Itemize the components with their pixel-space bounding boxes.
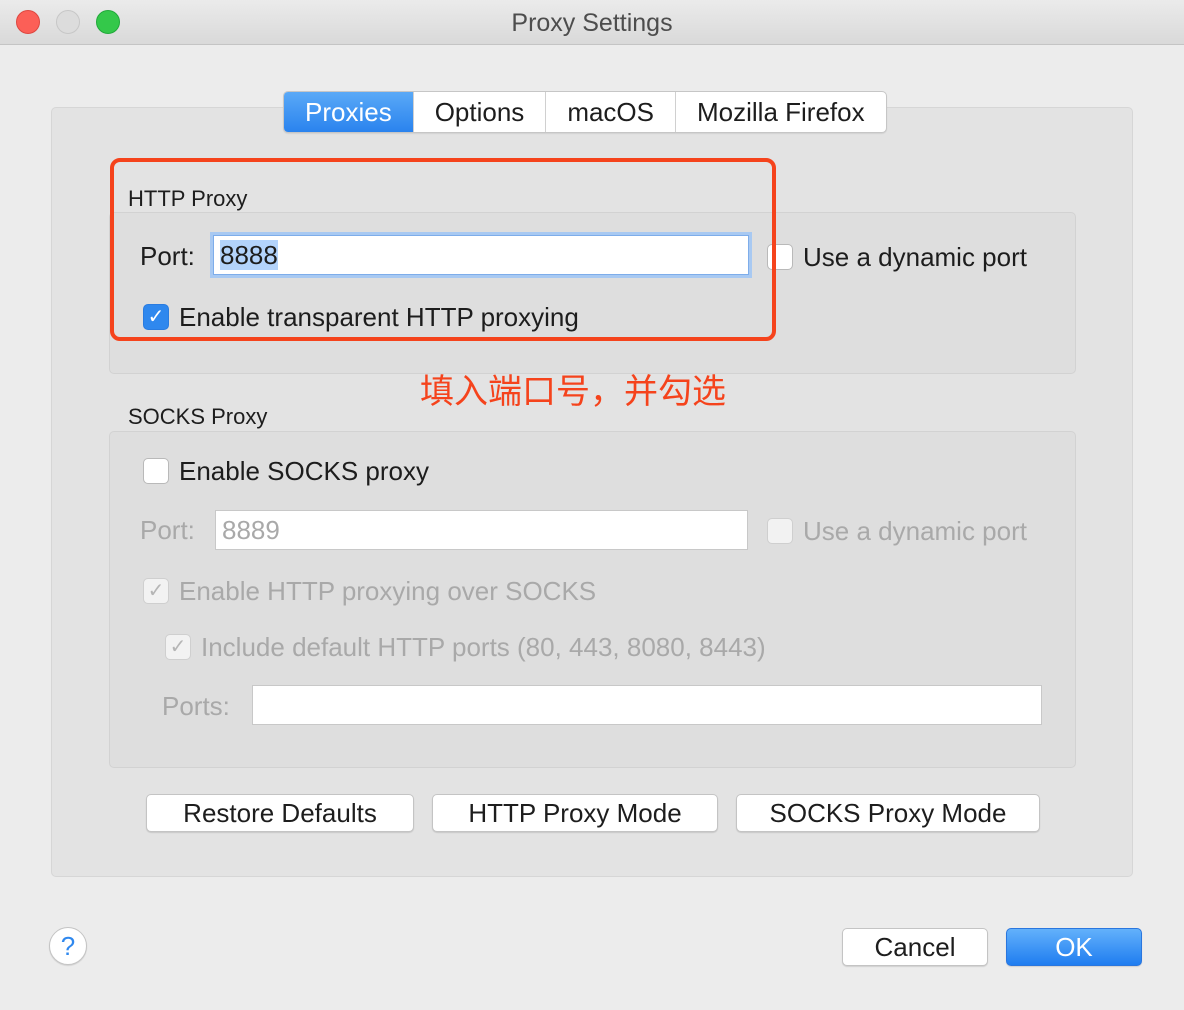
annotation-highlight-box [110, 158, 776, 341]
socks-proxy-mode-button[interactable]: SOCKS Proxy Mode [736, 794, 1040, 832]
tab-bar: Proxies Options macOS Mozilla Firefox [283, 91, 887, 133]
tab-macos[interactable]: macOS [546, 92, 676, 132]
enable-socks-checkbox[interactable] [143, 458, 169, 484]
socks-port-label: Port: [140, 515, 195, 545]
socks-proxy-section-label: SOCKS Proxy [128, 404, 268, 429]
help-button[interactable]: ? [49, 927, 87, 965]
tab-proxies[interactable]: Proxies [284, 92, 414, 132]
socks-dynamic-port-label: Use a dynamic port [803, 516, 1027, 546]
tab-options[interactable]: Options [414, 92, 547, 132]
tab-mozilla-firefox[interactable]: Mozilla Firefox [676, 92, 886, 132]
window-title: Proxy Settings [511, 9, 673, 37]
socks-port-value: 8889 [222, 515, 280, 545]
ok-button[interactable]: OK [1006, 928, 1142, 966]
ports-label: Ports: [162, 691, 230, 721]
http-over-socks-checkbox[interactable]: ✓ [143, 578, 169, 604]
http-over-socks-label: Enable HTTP proxying over SOCKS [179, 576, 597, 606]
socks-port-input[interactable]: 8889 [215, 510, 748, 550]
annotation-text: 填入端口号，并勾选 [420, 372, 726, 412]
http-proxy-mode-button[interactable]: HTTP Proxy Mode [432, 794, 718, 832]
include-default-ports-label: Include default HTTP ports (80, 443, 808… [201, 632, 766, 662]
title-bar: Proxy Settings [0, 0, 1184, 45]
cancel-button[interactable]: Cancel [842, 928, 988, 966]
checkmark-icon: ✓ [169, 636, 187, 658]
include-default-ports-checkbox[interactable]: ✓ [165, 634, 191, 660]
help-icon: ? [60, 931, 76, 961]
restore-defaults-button[interactable]: Restore Defaults [146, 794, 414, 832]
ports-input[interactable] [252, 685, 1042, 725]
enable-socks-label: Enable SOCKS proxy [179, 456, 430, 486]
socks-dynamic-port-checkbox[interactable] [767, 518, 793, 544]
checkmark-icon: ✓ [147, 580, 165, 602]
http-dynamic-port-label: Use a dynamic port [803, 242, 1027, 272]
